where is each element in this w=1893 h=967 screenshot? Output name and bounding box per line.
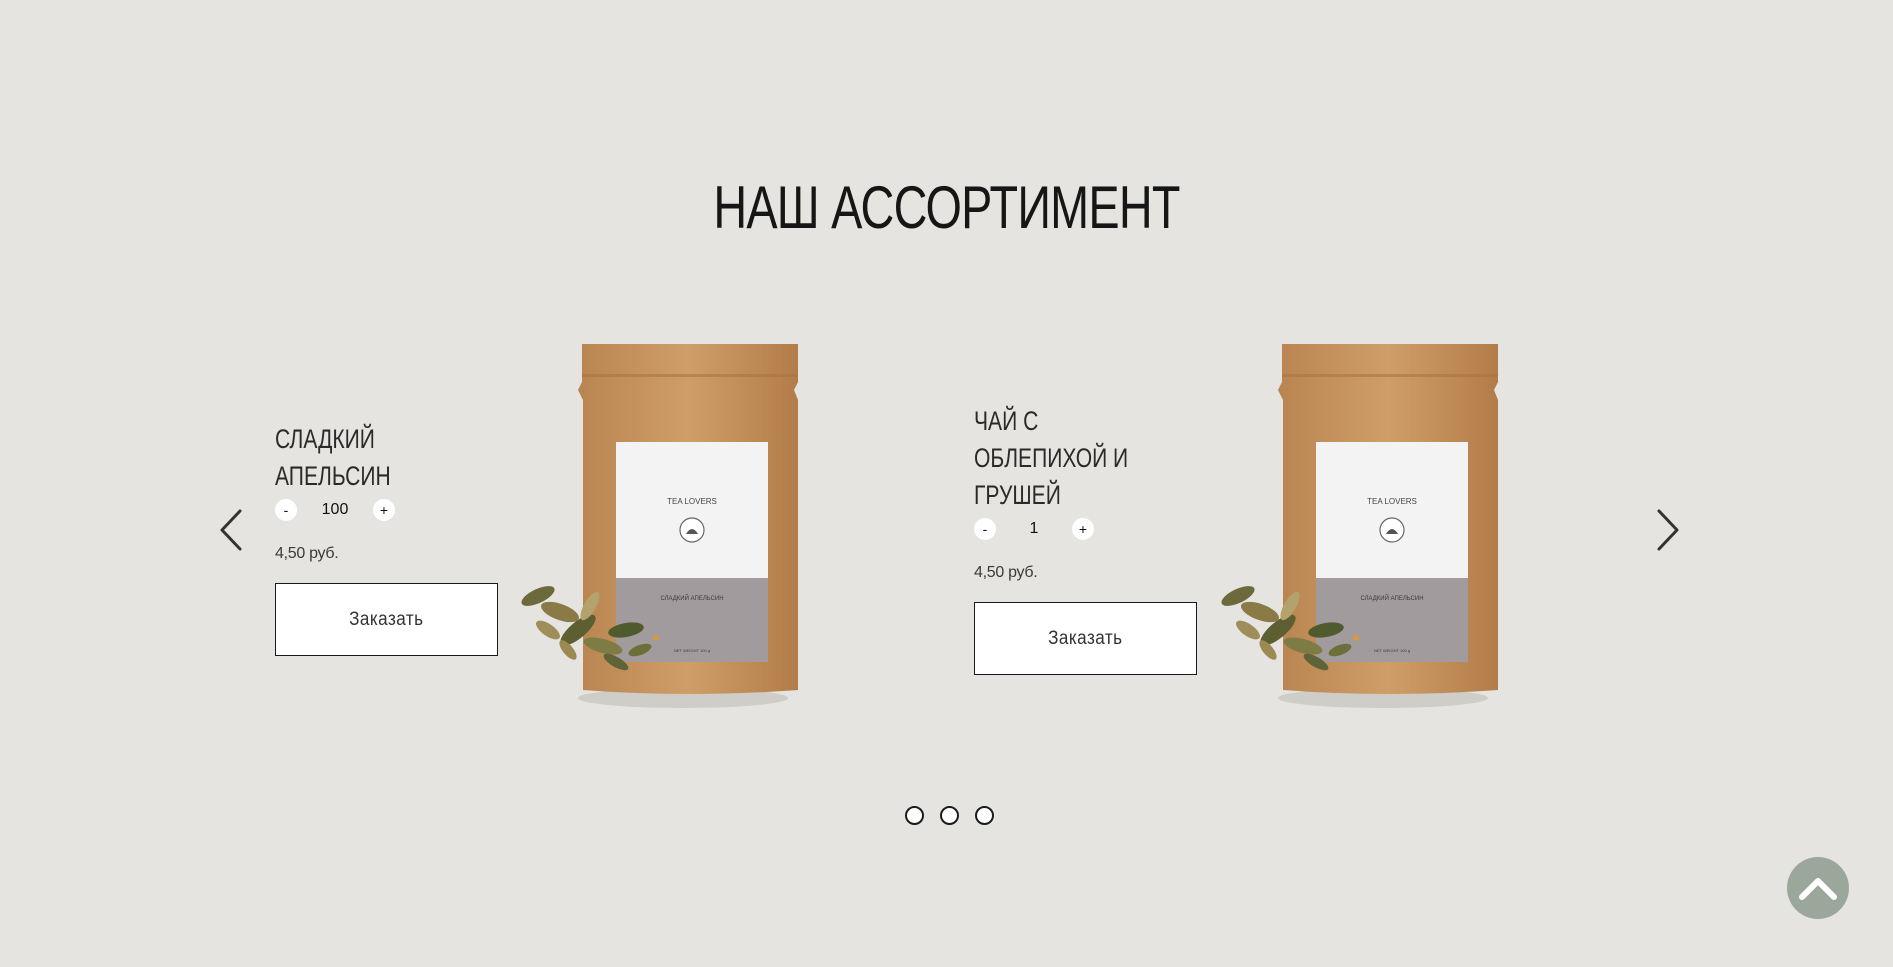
- quantity-decrease-button[interactable]: -: [974, 518, 996, 540]
- package-label-text: СЛАДКИЙ АПЕЛЬСИН: [660, 594, 723, 602]
- scroll-to-top-button[interactable]: [1787, 857, 1849, 919]
- product-card: Чай с облепихой и грушей - 1 + 4,50 руб.…: [974, 403, 1234, 675]
- order-button[interactable]: Заказать: [275, 583, 498, 656]
- quantity-increase-button[interactable]: +: [373, 499, 395, 521]
- package-label-text: СЛАДКИЙ АПЕЛЬСИН: [1360, 594, 1423, 602]
- product-image: TEA LOVERS СЛАДКИЙ АПЕЛЬСИН NET WEIGHT 1…: [1208, 330, 1528, 720]
- slider-prev-button[interactable]: [216, 505, 246, 555]
- product-price: 4,50 руб.: [275, 545, 339, 562]
- product-name: Сладкий апельсин: [275, 424, 391, 491]
- order-button-label: Заказать: [349, 608, 424, 630]
- slider-next-button[interactable]: [1653, 505, 1683, 555]
- package-weight: NET WEIGHT 100 g: [674, 648, 710, 653]
- pagination-dot-2[interactable]: [940, 806, 959, 825]
- chevron-left-icon: [220, 509, 242, 551]
- section-title: НАШ АССОРТИМЕНТ: [713, 174, 1180, 241]
- chevron-right-icon: [1657, 509, 1679, 551]
- package-weight: NET WEIGHT 100 g: [1374, 648, 1410, 653]
- quantity-stepper: - 100 +: [275, 497, 535, 523]
- order-button-label: Заказать: [1048, 627, 1123, 649]
- order-button[interactable]: Заказать: [974, 602, 1197, 675]
- chevron-up-icon: [1799, 878, 1837, 900]
- slider-pagination: [905, 806, 994, 825]
- quantity-decrease-button[interactable]: -: [275, 499, 297, 521]
- package-brand: TEA LOVERS: [667, 497, 717, 506]
- product-name: Чай с облепихой и грушей: [974, 406, 1129, 510]
- product-card: Сладкий апельсин - 100 + 4,50 руб. Заказ…: [275, 421, 535, 656]
- quantity-input[interactable]: 100: [297, 501, 373, 519]
- package-brand: TEA LOVERS: [1367, 497, 1417, 506]
- quantity-increase-button[interactable]: +: [1072, 518, 1094, 540]
- quantity-stepper: - 1 +: [974, 516, 1234, 542]
- product-price: 4,50 руб.: [974, 564, 1038, 581]
- quantity-input[interactable]: 1: [996, 520, 1072, 538]
- pagination-dot-3[interactable]: [975, 806, 994, 825]
- product-image: TEA LOVERS СЛАДКИЙ АПЕЛЬСИН NET WEIGHT 1…: [508, 330, 828, 720]
- pagination-dot-1[interactable]: [905, 806, 924, 825]
